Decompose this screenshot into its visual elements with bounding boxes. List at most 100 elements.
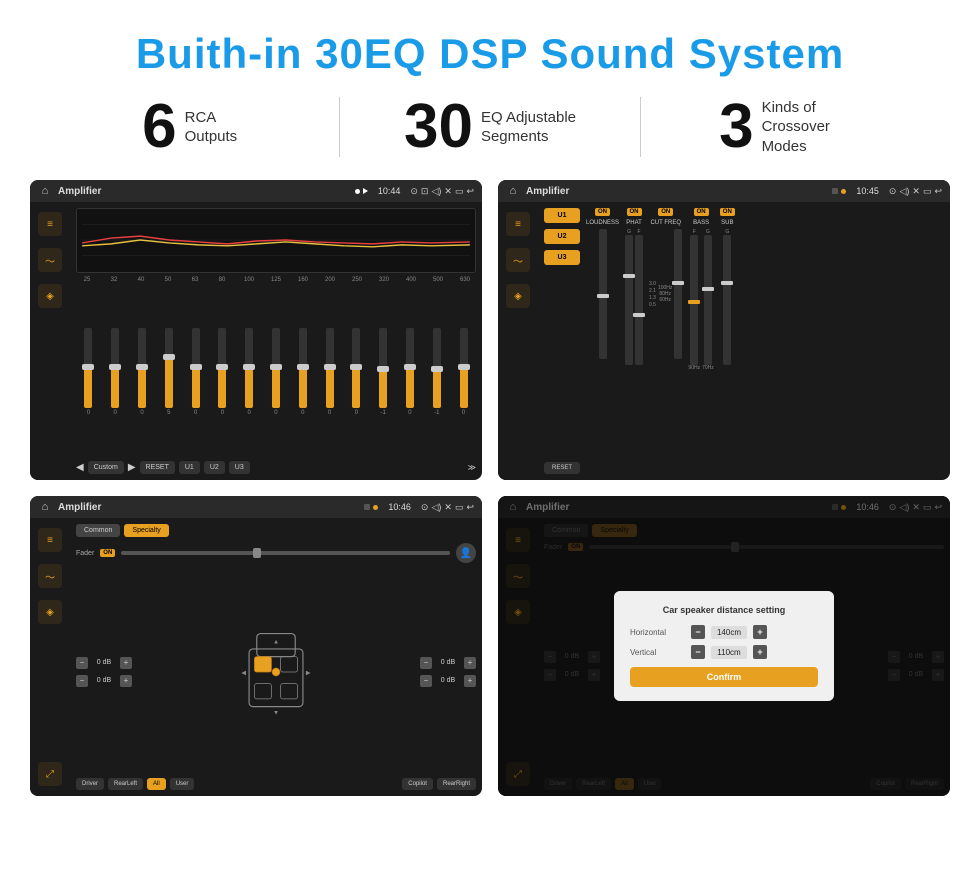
eq-slider-13[interactable]: 0 [398, 328, 423, 416]
speaker-icon-3[interactable]: ◈ [38, 600, 62, 624]
u3-button[interactable]: U3 [229, 461, 250, 474]
next-button[interactable]: ▶ [128, 462, 136, 473]
freq-250: 250 [348, 277, 366, 283]
eq-frequency-labels: 25 32 40 50 63 80 100 125 160 200 250 32… [76, 277, 476, 283]
vertical-minus[interactable]: − [691, 645, 705, 659]
eq-slider-14[interactable]: -1 [424, 328, 449, 416]
user-btn[interactable]: User [170, 778, 195, 790]
eq-slider-2[interactable]: 0 [103, 328, 128, 416]
phat-f-slider[interactable] [635, 235, 643, 365]
eq-slider-1[interactable]: 0 [76, 328, 101, 416]
eq-icon-1[interactable]: ≡ [38, 212, 62, 236]
dialog-title: Car speaker distance setting [630, 605, 818, 615]
phat-on[interactable]: ON [627, 208, 642, 216]
vol-fr-minus[interactable]: − [420, 657, 432, 669]
expand-icon-3[interactable]: ⤢ [38, 762, 62, 786]
status-dots-1 [355, 188, 368, 194]
vol-fl-plus[interactable]: + [120, 657, 132, 669]
screen-body-3: ≡ 〜 ◈ ⤢ Common Specialty Fader ON [30, 518, 482, 796]
vol-rr-plus[interactable]: + [464, 675, 476, 687]
eq-slider-4[interactable]: 5 [156, 328, 181, 416]
eq-slider-6[interactable]: 0 [210, 328, 235, 416]
screenshots-grid: ⌂ Amplifier 10:44 ⊙ ⊡ ◁) ✕ ▭ ↩ ≡ [30, 180, 950, 796]
eq-slider-11[interactable]: 0 [344, 328, 369, 416]
speaker-icon-2[interactable]: ◈ [506, 284, 530, 308]
crossover-panel: U1 U2 U3 RESET ON LOUDNESS [538, 202, 950, 480]
fader-track[interactable] [121, 551, 450, 555]
loudness-slider[interactable] [599, 229, 607, 359]
sub-slider[interactable] [723, 235, 731, 365]
eq-slider-5[interactable]: 0 [183, 328, 208, 416]
car-diagram: ▲ ▼ ◀ ▶ [136, 569, 416, 774]
confirm-button[interactable]: Confirm [630, 667, 818, 687]
loudness-on[interactable]: ON [595, 208, 610, 216]
stat-rca: 6 RCAOutputs [50, 96, 329, 158]
eq-slider-10[interactable]: 0 [317, 328, 342, 416]
horizontal-minus[interactable]: − [691, 625, 705, 639]
vol-rr-value: 0 dB [434, 677, 462, 684]
location-icon-3: ⊙ [421, 502, 429, 513]
driver-btn[interactable]: Driver [76, 778, 104, 790]
vol-rl-plus[interactable]: + [120, 675, 132, 687]
fader-on-toggle[interactable]: ON [100, 549, 115, 557]
fader-handle[interactable] [253, 548, 261, 558]
window-icon-3: ▭ [455, 502, 464, 513]
screen-speaker-card: ⌂ Amplifier 10:46 ⊙ ◁) ✕ ▭ ↩ ≡ 〜 [30, 496, 482, 796]
vertical-label: Vertical [630, 648, 685, 657]
bass-f-slider[interactable] [690, 235, 698, 365]
vol-rr-minus[interactable]: − [420, 675, 432, 687]
eq-icon-3[interactable]: ≡ [38, 528, 62, 552]
wave-icon-3[interactable]: 〜 [38, 564, 62, 588]
sub-on[interactable]: ON [720, 208, 735, 216]
eq-icon-2[interactable]: ≡ [506, 212, 530, 236]
vol-fl-value: 0 dB [90, 659, 118, 666]
location-icon-1: ⊙ [410, 186, 418, 197]
preset-u1[interactable]: U1 [544, 208, 580, 223]
preset-label: Custom [88, 461, 124, 474]
status-bar-3: ⌂ Amplifier 10:46 ⊙ ◁) ✕ ▭ ↩ [30, 496, 482, 518]
reset-crossover[interactable]: RESET [544, 462, 580, 474]
eq-slider-9[interactable]: 0 [290, 328, 315, 416]
prev-button[interactable]: ◀ [76, 462, 84, 473]
speaker-icon-1[interactable]: ◈ [38, 284, 62, 308]
wave-icon-1[interactable]: 〜 [38, 248, 62, 272]
vol-fl-minus[interactable]: − [76, 657, 88, 669]
freq-630: 630 [456, 277, 474, 283]
u1-button[interactable]: U1 [179, 461, 200, 474]
vol-row-rl: − 0 dB + [76, 675, 132, 687]
eq-slider-15[interactable]: 0 [451, 328, 476, 416]
u2-button[interactable]: U2 [204, 461, 225, 474]
dot-white-1 [355, 189, 360, 194]
vol-fr-plus[interactable]: + [464, 657, 476, 669]
bass-on[interactable]: ON [694, 208, 709, 216]
rear-left-btn[interactable]: RearLeft [108, 778, 143, 790]
tab-specialty[interactable]: Specialty [124, 524, 168, 537]
bass-g-slider[interactable] [704, 235, 712, 365]
vol-right: − 0 dB + − 0 dB + [420, 569, 476, 774]
speaker-tabs: Common Specialty [76, 524, 476, 537]
preset-u2[interactable]: U2 [544, 229, 580, 244]
bass-label: BASS [693, 220, 709, 226]
phat-g-slider[interactable] [625, 235, 633, 365]
close-icon-3: ✕ [444, 502, 452, 513]
home-icon-3: ⌂ [38, 500, 52, 514]
cutfreq-slider[interactable] [674, 229, 682, 359]
freq-200: 200 [321, 277, 339, 283]
eq-slider-12[interactable]: -1 [371, 328, 396, 416]
reset-button[interactable]: RESET [140, 461, 175, 474]
all-btn[interactable]: All [147, 778, 166, 790]
wave-icon-2[interactable]: 〜 [506, 248, 530, 272]
close-icon-2: ✕ [912, 186, 920, 197]
rear-right-btn[interactable]: RearRight [437, 778, 476, 790]
vol-rl-minus[interactable]: − [76, 675, 88, 687]
tab-common[interactable]: Common [76, 524, 120, 537]
preset-u3[interactable]: U3 [544, 250, 580, 265]
horizontal-plus[interactable]: + [753, 625, 767, 639]
freq-50: 50 [159, 277, 177, 283]
eq-slider-3[interactable]: 0 [130, 328, 155, 416]
eq-slider-8[interactable]: 0 [264, 328, 289, 416]
copilot-btn[interactable]: Copilot [402, 778, 433, 790]
vertical-plus[interactable]: + [753, 645, 767, 659]
cutfreq-on[interactable]: ON [658, 208, 673, 216]
eq-slider-7[interactable]: 0 [237, 328, 262, 416]
